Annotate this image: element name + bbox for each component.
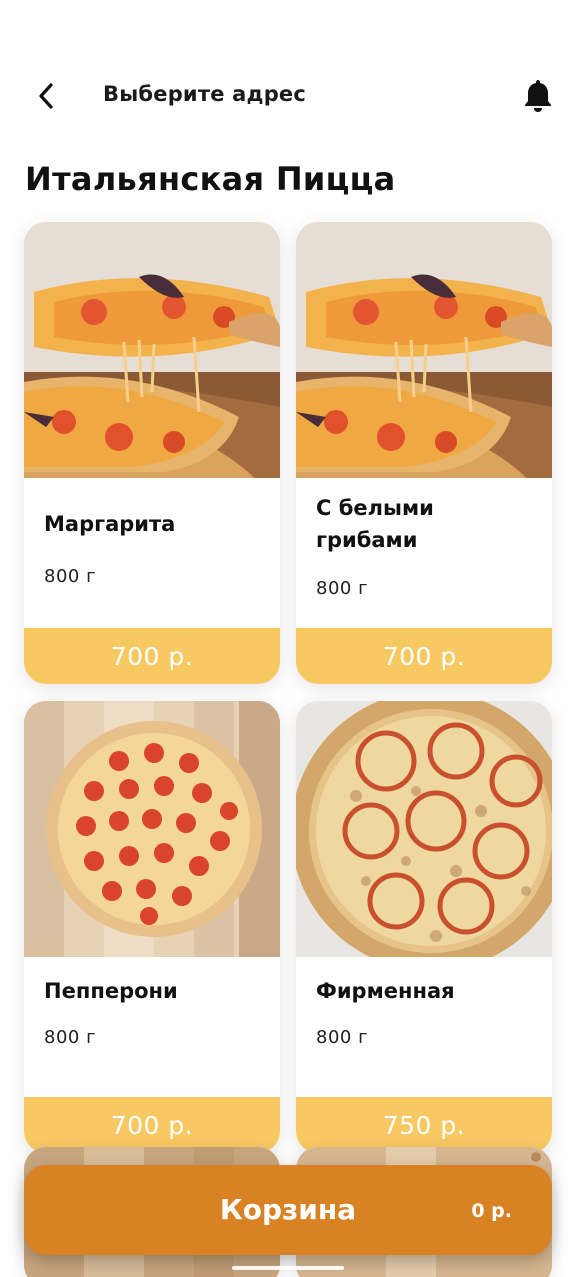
product-card[interactable]: С белыми грибами 800 г 700 р.	[296, 222, 552, 684]
back-button[interactable]	[28, 78, 64, 114]
product-card[interactable]: Фирменная 800 г 750 р.	[296, 701, 552, 1153]
product-name: С белыми грибами	[316, 496, 434, 552]
notifications-button[interactable]	[518, 74, 558, 118]
product-name: Фирменная	[316, 979, 455, 1003]
price-button[interactable]: 700 р.	[24, 628, 280, 684]
bell-icon	[525, 80, 551, 112]
product-image	[296, 701, 552, 957]
product-name: Маргарита	[44, 512, 176, 536]
product-card[interactable]: Пепперони 800 г 700 р.	[24, 701, 280, 1153]
product-image	[296, 222, 552, 478]
price-button[interactable]: 700 р.	[296, 628, 552, 684]
price-button[interactable]: 700 р.	[24, 1097, 280, 1153]
product-image	[24, 222, 280, 478]
product-weight: 800 г	[44, 1027, 97, 1048]
product-weight: 800 г	[316, 1027, 369, 1048]
product-weight: 800 г	[316, 578, 369, 599]
product-name: Пепперони	[44, 979, 178, 1003]
product-image	[24, 701, 280, 957]
address-selector[interactable]: Выберите адрес	[103, 82, 306, 106]
cart-total: 0 р.	[471, 1200, 512, 1222]
page-title: Итальянская Пицца	[25, 160, 396, 198]
home-indicator	[232, 1266, 344, 1270]
chevron-left-icon	[39, 83, 53, 109]
cart-button[interactable]: Корзина 0 р.	[24, 1165, 552, 1255]
product-card[interactable]: Маргарита 800 г 700 р.	[24, 222, 280, 684]
top-bar: Выберите адрес	[0, 60, 576, 132]
price-button[interactable]: 750 р.	[296, 1097, 552, 1153]
product-weight: 800 г	[44, 566, 97, 587]
